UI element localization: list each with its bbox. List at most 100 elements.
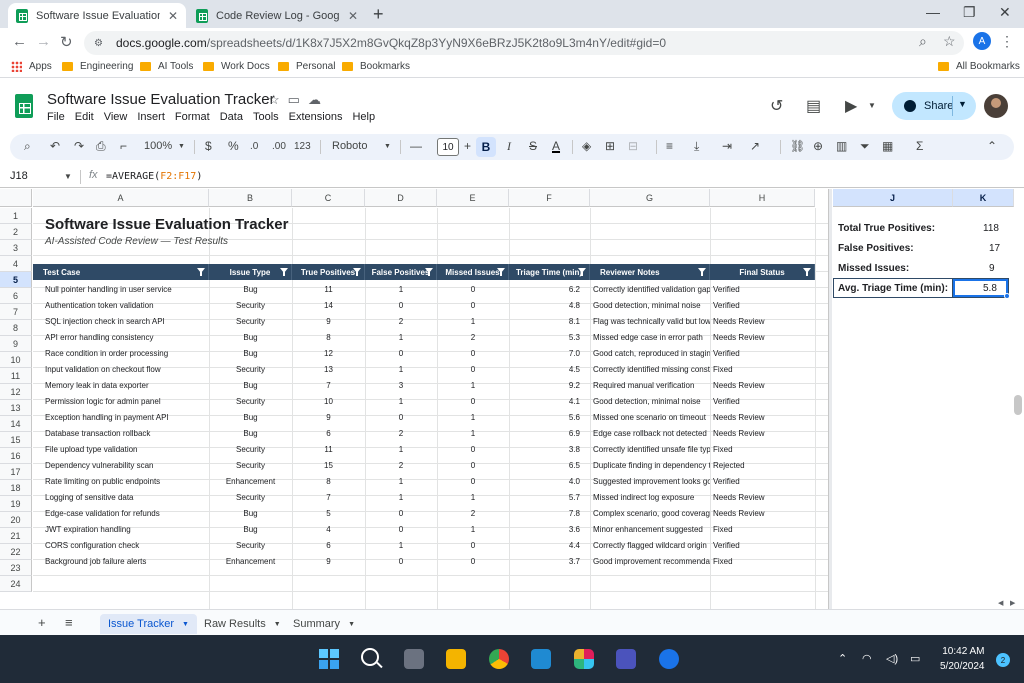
table-cell[interactable]: 9 [292, 409, 365, 425]
summary-label[interactable]: Missed Issues: [838, 263, 909, 274]
table-cell[interactable]: Fixed [710, 553, 815, 569]
table-cell[interactable]: 4.0 [509, 473, 590, 489]
table-cell[interactable]: Suggested improvement looks good [590, 473, 710, 489]
row-header-10[interactable]: 10 [0, 352, 32, 368]
meet-video-icon[interactable]: ▶ [845, 96, 857, 116]
table-cell[interactable]: 11 [292, 441, 365, 457]
table-cell[interactable]: Security [209, 313, 292, 329]
table-cell[interactable]: 0 [437, 345, 509, 361]
bookmark-ai-tools[interactable]: AI Tools [140, 61, 193, 72]
table-cell[interactable]: 4.5 [509, 361, 590, 377]
move-folder-icon[interactable]: ▭ [288, 92, 300, 108]
table-cell[interactable]: Security [209, 361, 292, 377]
share-button[interactable]: Share ▼ [892, 92, 976, 120]
browser-tab-issue-tracker[interactable]: Software Issue Evaluation Tracker ✕ [8, 3, 186, 28]
functions-icon[interactable]: Σ [916, 139, 923, 153]
bookmark-star-icon[interactable]: ☆ [943, 33, 956, 50]
table-cell[interactable]: Dependency vulnerability scan [33, 457, 209, 473]
table-cell[interactable]: Correctly identified missing constraint [590, 361, 710, 377]
fill-handle[interactable] [1004, 293, 1010, 299]
slack-icon[interactable] [574, 649, 594, 669]
task-view-icon[interactable] [404, 649, 424, 669]
row-header-1[interactable]: 1 [0, 208, 32, 224]
table-cell[interactable]: 3 [365, 377, 437, 393]
row-header-13[interactable]: 13 [0, 400, 32, 416]
summary-value[interactable]: 9 [989, 263, 995, 274]
strikethrough-button[interactable]: S [529, 139, 537, 153]
table-cell[interactable]: 5.6 [509, 409, 590, 425]
site-info-icon[interactable]: ⚙ [94, 38, 108, 49]
table-cell[interactable]: 1 [437, 313, 509, 329]
table-cell[interactable]: 9 [292, 553, 365, 569]
table-cell[interactable]: 2 [365, 313, 437, 329]
table-cell[interactable]: 0 [437, 361, 509, 377]
table-cell[interactable]: 7 [292, 489, 365, 505]
row-header-17[interactable]: 17 [0, 464, 32, 480]
sheet-tab-summary[interactable]: Summary ▼ [285, 614, 363, 634]
taskbar-clock[interactable]: 10:42 AM 5/20/2024 [940, 644, 985, 674]
column-header-j[interactable]: J [833, 189, 953, 207]
insert-comment-icon[interactable]: ⊕ [813, 139, 823, 153]
sheet-title-cell[interactable]: Software Issue Evaluation Tracker [45, 216, 288, 233]
table-cell[interactable]: 6.2 [509, 281, 590, 297]
table-cell[interactable]: 4 [292, 521, 365, 537]
table-cell[interactable]: 0 [437, 281, 509, 297]
table-cell[interactable]: 3.8 [509, 441, 590, 457]
collapse-toolbar-icon[interactable]: ⌃ [987, 139, 997, 153]
table-cell[interactable]: Edge case rollback not detected [590, 425, 710, 441]
battery-icon[interactable]: ▭ [910, 652, 920, 665]
table-cell[interactable]: 4.4 [509, 537, 590, 553]
search-menus-icon[interactable]: ⌕ [24, 139, 31, 154]
volume-icon[interactable]: ◁) [886, 652, 898, 665]
table-cell[interactable]: 1 [437, 489, 509, 505]
summary-value[interactable]: 17 [989, 243, 1000, 254]
row-header-6[interactable]: 6 [0, 288, 32, 304]
table-cell[interactable]: 4.8 [509, 297, 590, 313]
version-history-icon[interactable]: ↺ [770, 96, 783, 116]
table-cell[interactable]: 1 [365, 361, 437, 377]
table-cell[interactable]: Rate limiting on public endpoints [33, 473, 209, 489]
filter-icon[interactable] [803, 267, 811, 276]
table-cell[interactable]: Memory leak in data exporter [33, 377, 209, 393]
minimize-icon[interactable]: — [926, 4, 940, 20]
row-header-20[interactable]: 20 [0, 512, 32, 528]
table-cell[interactable]: 0 [437, 553, 509, 569]
table-cell[interactable]: Needs Review [710, 409, 815, 425]
table-cell[interactable]: 1 [365, 281, 437, 297]
row-header-3[interactable]: 3 [0, 240, 32, 256]
sheet-tab-issue-tracker[interactable]: Issue Tracker ▼ [100, 614, 197, 634]
table-cell[interactable]: 8.1 [509, 313, 590, 329]
column-header-h[interactable]: H [710, 189, 815, 207]
url-omnibox[interactable]: ⚙ docs.google.com/spreadsheets/d/1K8x7J5… [84, 31, 964, 55]
table-cell[interactable]: Security [209, 297, 292, 313]
table-cell[interactable]: Correctly identified unsafe file type [590, 441, 710, 457]
filter-icon[interactable] [353, 267, 361, 276]
filter-views-icon[interactable]: ▦ [882, 139, 893, 153]
table-cell[interactable]: 1 [365, 537, 437, 553]
chevron-down-icon[interactable]: ▼ [348, 621, 355, 628]
new-tab-plus-icon[interactable]: + [373, 4, 384, 25]
summary-label[interactable]: Avg. Triage Time (min): [838, 283, 948, 294]
row-header-15[interactable]: 15 [0, 432, 32, 448]
table-cell[interactable]: 1 [437, 521, 509, 537]
menu-data[interactable]: Data [220, 111, 243, 123]
table-cell[interactable]: Fixed [710, 361, 815, 377]
font-size-input[interactable]: 10 [437, 138, 459, 156]
table-cell[interactable]: 6.9 [509, 425, 590, 441]
table-cell[interactable]: SQL injection check in search API [33, 313, 209, 329]
zoom-select[interactable]: 100% [144, 140, 172, 152]
table-cell[interactable]: 4.1 [509, 393, 590, 409]
column-header-d[interactable]: D [365, 189, 437, 207]
teams-icon[interactable] [616, 649, 636, 669]
table-cell[interactable]: 2 [365, 425, 437, 441]
table-cell[interactable]: Missed indirect log exposure [590, 489, 710, 505]
table-cell[interactable]: Good improvement recommendation [590, 553, 710, 569]
windows-start-icon[interactable] [319, 649, 339, 669]
table-cell[interactable]: 5.3 [509, 329, 590, 345]
table-cell[interactable]: Race condition in order processing [33, 345, 209, 361]
row-header-24[interactable]: 24 [0, 576, 32, 592]
vscode-icon[interactable] [531, 649, 551, 669]
table-cell[interactable]: Good detection, minimal noise [590, 393, 710, 409]
chevron-down-icon[interactable]: ▼ [958, 99, 967, 109]
table-cell[interactable]: 0 [365, 297, 437, 313]
